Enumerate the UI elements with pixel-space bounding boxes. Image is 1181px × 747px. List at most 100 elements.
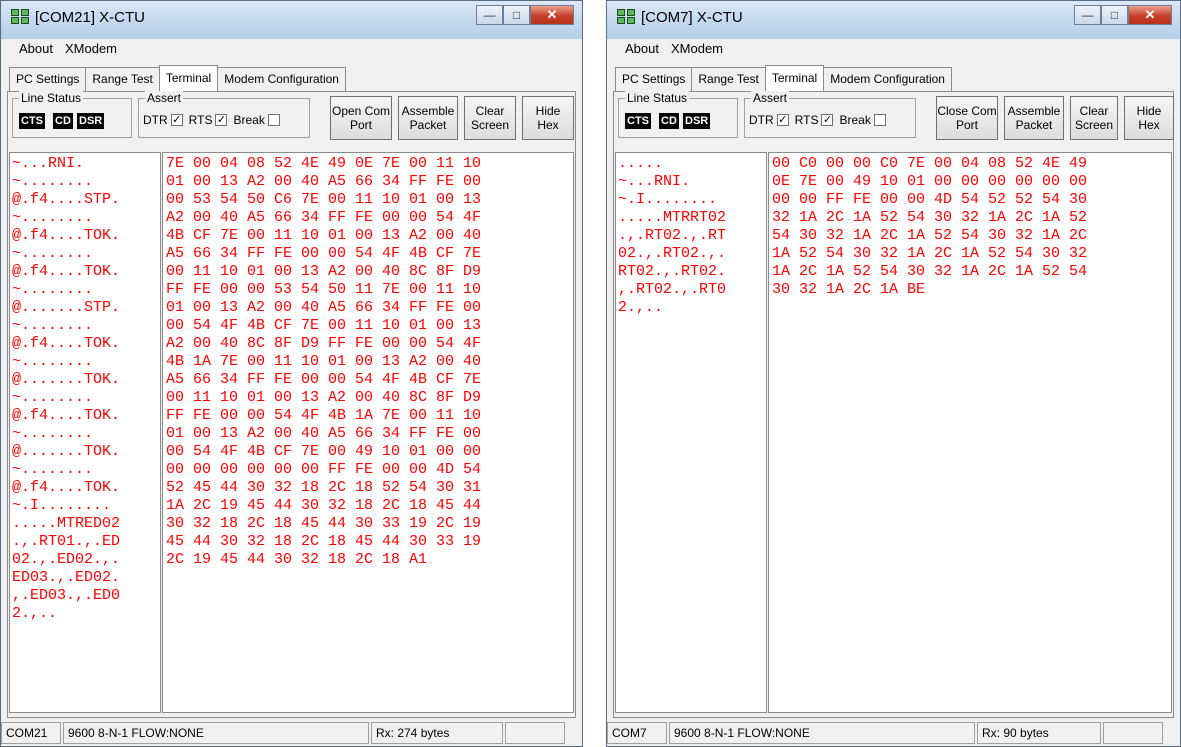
status-rx: Rx: 274 bytes [371, 722, 503, 744]
xctu-window-com21: [COM21] X-CTU — □ ✕ About XModem PC Sett… [0, 0, 583, 747]
status-bar: COM7 9600 8-N-1 FLOW:NONE Rx: 90 bytes [607, 720, 1180, 746]
ascii-line: @.f4....TOK. [12, 227, 121, 244]
title-bar[interactable]: [COM21] X-CTU — □ ✕ [1, 1, 582, 39]
hide-hex-button[interactable]: Hide Hex [1124, 96, 1174, 140]
maximize-button[interactable]: □ [1101, 5, 1128, 25]
ascii-line: RT02.,.RT02. [618, 263, 727, 280]
ascii-line: ~........ [12, 317, 94, 334]
hex-line: A5 66 34 FF FE 00 00 54 4F 4B CF 7E [166, 245, 482, 262]
hex-line: 54 30 32 1A 2C 1A 52 54 30 32 1A 2C [772, 227, 1088, 244]
ascii-terminal-pane[interactable]: ~...RNI. ~........ @.f4....STP. ~........ @.… [9, 152, 161, 713]
close-icon: ✕ [1144, 7, 1156, 22]
status-settings: 9600 8-N-1 FLOW:NONE [669, 722, 975, 744]
status-port: COM7 [607, 722, 667, 744]
hex-terminal-pane[interactable]: 7E 00 04 08 52 4E 49 0E 7E 00 11 10 01 00… [162, 152, 574, 713]
minimize-button[interactable]: — [476, 5, 503, 25]
hex-line: 7E 00 04 08 52 4E 49 0E 7E 00 11 10 [166, 155, 482, 172]
ascii-line: @.f4....STP. [12, 191, 121, 208]
menu-about[interactable]: About [19, 41, 53, 61]
dtr-checkbox[interactable]: ✓ [170, 114, 183, 126]
app-icon [11, 9, 31, 25]
cd-indicator: CD [659, 113, 679, 129]
close-button[interactable]: ✕ [530, 5, 574, 25]
assert-label: Assert [145, 91, 184, 105]
tab-terminal[interactable]: Terminal [764, 65, 825, 91]
ascii-line: @.......STP. [12, 299, 121, 316]
tab-pc-settings[interactable]: PC Settings [615, 67, 693, 91]
break-label: Break [233, 113, 265, 127]
assemble-packet-button[interactable]: Assemble Packet [1004, 96, 1064, 140]
hex-line: A2 00 40 A5 66 34 FF FE 00 00 54 4F [166, 209, 482, 226]
hex-terminal-pane[interactable]: 00 C0 00 00 C0 7E 00 04 08 52 4E 49 0E 7E… [768, 152, 1172, 713]
maximize-icon: □ [1110, 8, 1119, 22]
status-bar: COM21 9600 8-N-1 FLOW:NONE Rx: 274 bytes [1, 720, 582, 746]
assert-label: Assert [751, 91, 790, 105]
ascii-line: @.f4....TOK. [12, 479, 121, 496]
hex-line: 01 00 13 A2 00 40 A5 66 34 FF FE 00 [166, 299, 482, 316]
minimize-icon: — [483, 8, 496, 22]
rts-checkbox[interactable]: ✓ [215, 114, 228, 126]
clear-screen-button[interactable]: Clear Screen [1070, 96, 1118, 140]
check-icon: ✓ [778, 114, 788, 126]
hex-line: 00 11 10 01 00 13 A2 00 40 8C 8F D9 [166, 389, 482, 406]
hex-line: 00 54 4F 4B CF 7E 00 49 10 01 00 00 [166, 443, 482, 460]
rts-checkbox[interactable]: ✓ [821, 114, 834, 126]
ascii-line: @.......TOK. [12, 443, 121, 460]
rts-label: RTS [794, 113, 819, 127]
ascii-line: ~........ [12, 353, 94, 370]
hex-line: 4B 1A 7E 00 11 10 01 00 13 A2 00 40 [166, 353, 482, 370]
hex-line: 30 32 18 2C 18 45 44 30 33 19 2C 19 [166, 515, 482, 532]
maximize-button[interactable]: □ [503, 5, 530, 25]
window-title: [COM7] X-CTU [641, 9, 743, 26]
hex-line: 00 00 FF FE 00 00 4D 54 52 52 54 30 [772, 191, 1088, 208]
menu-about[interactable]: About [625, 41, 659, 61]
dtr-label: DTR [749, 113, 774, 127]
ascii-line: ~.I........ [618, 191, 718, 208]
tab-range-test[interactable]: Range Test [691, 67, 766, 91]
tab-modem-configuration[interactable]: Modem Configuration [217, 67, 346, 91]
break-checkbox[interactable] [873, 114, 886, 126]
hex-line: 1A 2C 1A 52 54 30 32 1A 2C 1A 52 54 [772, 263, 1088, 280]
hex-line: 45 44 30 32 18 2C 18 45 44 30 33 19 [166, 533, 482, 550]
com-port-button[interactable]: Close Com Port [936, 96, 998, 140]
hex-line: 00 53 54 50 C6 7E 00 11 10 01 00 13 [166, 191, 482, 208]
close-button[interactable]: ✕ [1128, 5, 1172, 25]
hex-line: 52 45 44 30 32 18 2C 18 52 54 30 31 [166, 479, 482, 496]
ascii-line: @.f4....TOK. [12, 335, 121, 352]
hex-line: 4B CF 7E 00 11 10 01 00 13 A2 00 40 [166, 227, 482, 244]
ascii-line: .,.RT01.,.ED [12, 533, 121, 550]
ascii-line: .,.RT02.,.RT [618, 227, 727, 244]
check-icon: ✓ [216, 114, 227, 126]
dsr-indicator: DSR [683, 113, 711, 129]
minimize-icon: — [1081, 8, 1094, 22]
ascii-terminal-pane[interactable]: ..... ~...RNI. ~.I........ .....MTRRT02 .,.R… [615, 152, 767, 713]
break-checkbox[interactable] [267, 114, 280, 126]
tab-terminal[interactable]: Terminal [158, 65, 219, 91]
window-title: [COM21] X-CTU [35, 9, 146, 26]
assert-group: Assert DTR ✓ RTS ✓ Break [744, 91, 916, 138]
menu-bar: About XModem [607, 41, 1180, 61]
menu-xmodem[interactable]: XModem [65, 41, 117, 61]
ascii-line: ~........ [12, 209, 94, 226]
ascii-line: ~........ [12, 461, 94, 478]
assert-checkboxes: DTR ✓ RTS ✓ Break [143, 113, 286, 127]
assert-checkboxes: DTR ✓ RTS ✓ Break [749, 113, 892, 127]
clear-screen-button[interactable]: Clear Screen [464, 96, 516, 140]
minimize-button[interactable]: — [1074, 5, 1101, 25]
menu-xmodem[interactable]: XModem [671, 41, 723, 61]
ascii-line: ~........ [12, 389, 94, 406]
dtr-checkbox[interactable]: ✓ [776, 114, 789, 126]
tab-pc-settings[interactable]: PC Settings [9, 67, 87, 91]
ascii-line: ,.ED03.,.ED0 [12, 587, 121, 604]
hide-hex-button[interactable]: Hide Hex [522, 96, 574, 140]
assemble-packet-button[interactable]: Assemble Packet [398, 96, 458, 140]
com-port-button[interactable]: Open Com Port [330, 96, 392, 140]
terminal-panel: Line Status CTS CD DSR Assert DTR ✓ RTS … [7, 91, 576, 718]
tab-modem-configuration[interactable]: Modem Configuration [823, 67, 952, 91]
status-port: COM21 [1, 722, 61, 744]
check-icon: ✓ [822, 114, 833, 126]
ascii-line: ,.RT02.,.RT0 [618, 281, 727, 298]
line-status-label: Line Status [625, 91, 690, 105]
tab-range-test[interactable]: Range Test [85, 67, 160, 91]
title-bar[interactable]: [COM7] X-CTU — □ ✕ [607, 1, 1180, 39]
